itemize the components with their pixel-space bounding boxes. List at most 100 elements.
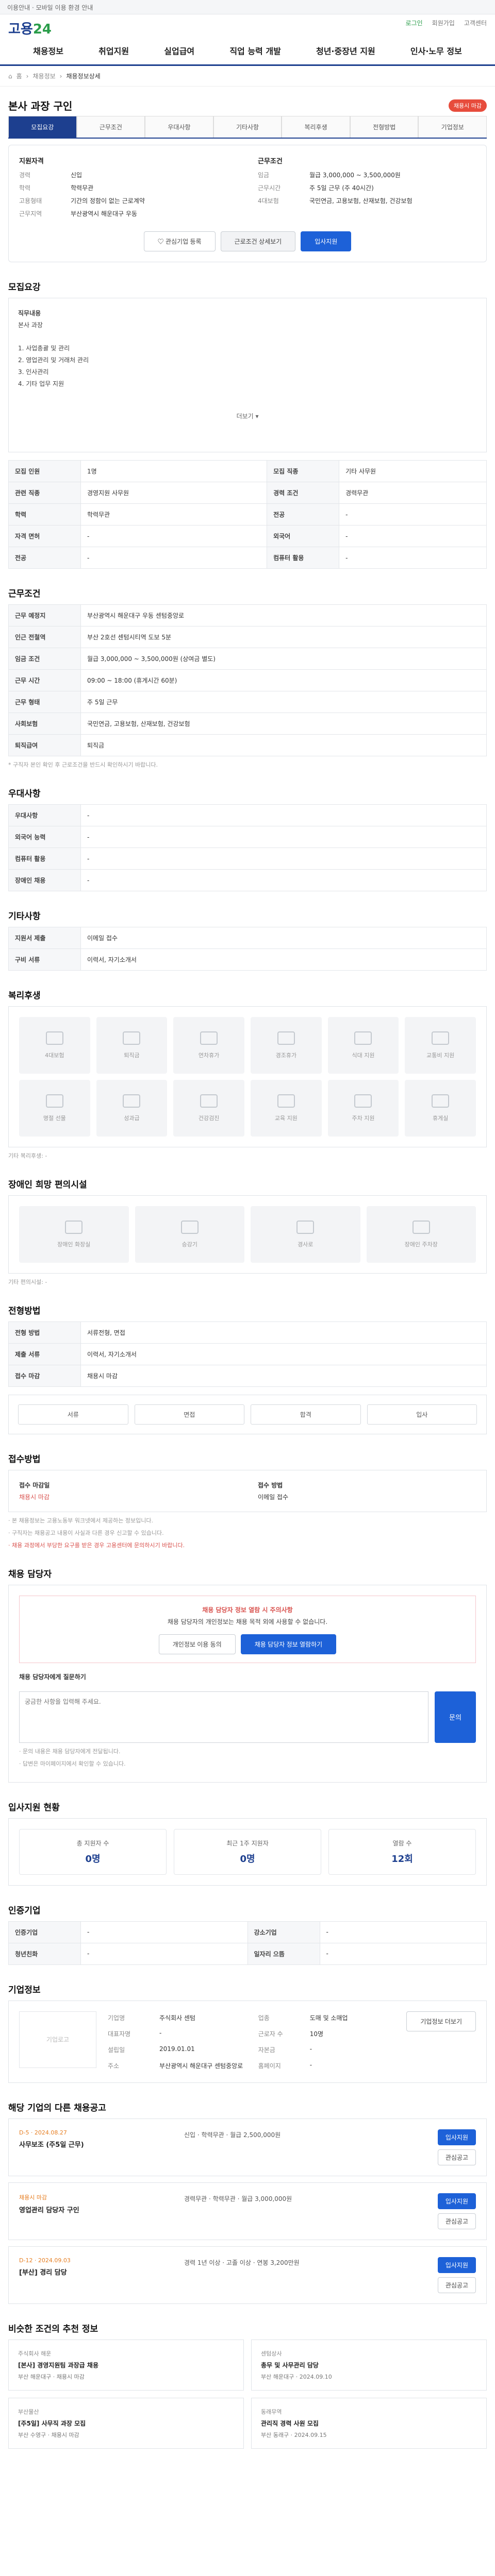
table-row: 모집 인원 1명 모집 직종 기타 사무원 <box>8 460 487 482</box>
more-button[interactable]: 더보기 ▾ <box>18 411 477 422</box>
tab-welfare[interactable]: 복리후생 <box>282 116 350 138</box>
cell: 기타 사무원 <box>339 460 487 482</box>
apply-button[interactable]: 입사지원 <box>437 2193 476 2209</box>
field-value: 10명 <box>309 2030 323 2038</box>
apply-button[interactable]: 입사지원 <box>437 2257 476 2273</box>
stat-label: 총 지원자 수 <box>76 1839 109 1847</box>
gnb-item[interactable]: 취업지원 <box>98 44 129 57</box>
cell: 이력서, 자기소개서 <box>80 1343 487 1365</box>
view-manager-button[interactable]: 채용 담당자 정보 열람하기 <box>240 1634 337 1654</box>
crumb-current: 채용정보상세 <box>66 73 101 80</box>
field-label: 근로자 수 <box>258 2030 283 2038</box>
table-row: 인증기업 - 강소기업 - <box>8 1921 487 1943</box>
field-value: 주 5일 근무 (주 40시간) <box>309 184 374 192</box>
cell-head: 장애인 채용 <box>8 869 81 891</box>
cell-head: 사회보험 <box>8 713 81 735</box>
recommend-card[interactable]: 동래무역 관리직 경력 사원 모집 부산 동래구 · 2024.09.15 <box>251 2397 487 2449</box>
gnb-item[interactable]: 청년·중장년 지원 <box>316 44 375 57</box>
favorite-button[interactable]: 관심공고 <box>437 2149 476 2165</box>
manager-alert: 채용 담당자 정보 열람 시 주의사항 채용 담당자의 개인정보는 채용 목적 … <box>19 1596 476 1663</box>
company-more-button[interactable]: 기업정보 더보기 <box>406 2011 476 2031</box>
cell: 1명 <box>80 460 268 482</box>
desc-item: 2. 영업관리 및 거래처 관리 <box>18 357 89 364</box>
field-label: 임금 <box>258 172 270 179</box>
table-row: 외국어 능력 - <box>8 826 487 848</box>
field-label: 기업명 <box>108 2014 125 2022</box>
etc-table: 지원서 제출 이메일 접수 구비 서류 이력서, 자기소개서 <box>8 927 487 971</box>
home-icon[interactable]: ⌂ <box>8 73 12 80</box>
facility-item: 승강기 <box>135 1206 244 1263</box>
tab-pref[interactable]: 우대사항 <box>145 116 213 138</box>
apply-button[interactable]: 입사지원 <box>437 2129 476 2145</box>
tab-work[interactable]: 근무조건 <box>76 116 145 138</box>
field-value: 2019.01.01 <box>159 2045 195 2053</box>
welfare-item: 4대보험 <box>19 1017 90 1074</box>
field-label: 학력 <box>19 184 31 192</box>
favorite-button[interactable]: 관심공고 <box>437 2277 476 2293</box>
tab-company[interactable]: 기업정보 <box>418 116 487 138</box>
job-title-link[interactable]: [부산] 경리 담당 <box>19 2267 174 2277</box>
rec-title[interactable]: 관리직 경력 사원 모집 <box>261 2419 477 2428</box>
section-title-cert: 인증기업 <box>8 1905 41 1916</box>
gnb-item[interactable]: 인사·노무 정보 <box>410 44 462 57</box>
facility-label: 장애인 주차장 <box>404 1241 438 1248</box>
welfare-label: 연차휴가 <box>198 1052 220 1059</box>
crumb[interactable]: 홈 <box>16 72 22 80</box>
recommend-card[interactable]: 부산물산 [주5일] 사무직 과장 모집 부산 수영구 · 채용시 마감 <box>8 2397 244 2449</box>
signup-link[interactable]: 회원가입 <box>432 19 455 27</box>
gnb-item[interactable]: 실업급여 <box>164 44 194 57</box>
gnb-item[interactable]: 채용정보 <box>33 44 63 57</box>
section-title-stats: 입사지원 현황 <box>8 1802 60 1813</box>
table-row: 근무 예정지 부산광역시 해운대구 우동 센텀중앙로 <box>8 604 487 626</box>
field-label: 근무지역 <box>19 210 42 217</box>
apply-label: 접수 방법 <box>258 1482 283 1489</box>
welfare-label: 주차 지원 <box>352 1115 375 1122</box>
favorite-button[interactable]: 관심공고 <box>437 2213 476 2229</box>
step-chip: 서류 <box>18 1404 128 1425</box>
tab-etc[interactable]: 기타사항 <box>213 116 282 138</box>
manager-note: · 문의 내용은 채용 담당자에게 전달됩니다. <box>19 1748 121 1755</box>
tab-selection[interactable]: 전형방법 <box>350 116 419 138</box>
rec-title[interactable]: 총무 및 사무관리 담당 <box>261 2361 477 2369</box>
job-title-link[interactable]: 영업관리 담당자 구인 <box>19 2205 174 2214</box>
section-title-pref: 우대사항 <box>8 789 41 799</box>
apply-note: · 채용 과정에서 부당한 요구를 받은 경우 고용센터에 문의하시기 바랍니다… <box>8 1542 185 1549</box>
rec-title[interactable]: [주5일] 사무직 과장 모집 <box>18 2419 234 2428</box>
job-title-link[interactable]: 사무보조 (주5일 근무) <box>19 2139 174 2149</box>
apply-button[interactable]: 입사지원 <box>301 231 352 251</box>
cell-head: 임금 조건 <box>8 648 81 670</box>
question-input[interactable] <box>19 1691 428 1743</box>
field-label: 업종 <box>258 2014 270 2022</box>
consent-button[interactable]: 개인정보 이용 동의 <box>158 1634 236 1654</box>
cell-head: 학력 <box>8 503 81 526</box>
welfare-item: 경조휴가 <box>251 1017 322 1074</box>
field-label: 대표자명 <box>108 2030 131 2038</box>
list-item[interactable]: 채용시 마감 영업관리 담당자 구인 경력무관 · 학력무관 · 월급 3,000… <box>8 2182 487 2240</box>
welfare-label: 성과급 <box>124 1115 140 1122</box>
table-row: 제출 서류 이력서, 자기소개서 <box>8 1343 487 1365</box>
welfare-item: 교통비 지원 <box>405 1017 476 1074</box>
question-submit-button[interactable]: 문의 <box>435 1691 476 1743</box>
rec-company: 센텀상사 <box>261 2350 282 2357</box>
conditions-button[interactable]: 근로조건 상세보기 <box>220 231 296 251</box>
cell-head: 구비 서류 <box>8 948 81 971</box>
section-title-welfare: 복리후생 <box>8 991 41 1001</box>
recommend-card[interactable]: 센텀상사 총무 및 사무관리 담당 부산 해운대구 · 2024.09.10 <box>251 2339 487 2391</box>
recommend-card[interactable]: 주식회사 해운 [본사] 경영지원팀 과장급 채용 부산 해운대구 · 채용시 마감 <box>8 2339 244 2391</box>
rec-title[interactable]: [본사] 경영지원팀 과장급 채용 <box>18 2361 234 2369</box>
list-item[interactable]: D-12 · 2024.09.03 [부산] 경리 담당 경력 1년 이상 · 고… <box>8 2246 487 2304</box>
table-row: 청년친화 - 일자리 으뜸 - <box>8 1942 487 1965</box>
list-item[interactable]: D-5 · 2024.08.27 사무보조 (주5일 근무) 신입 · 학력무관 … <box>8 2118 487 2176</box>
login-link[interactable]: 로그인 <box>406 19 423 27</box>
welfare-icon <box>432 1094 450 1108</box>
site-logo[interactable]: 고용24 <box>8 19 52 38</box>
heart-icon: ♡ <box>157 238 166 245</box>
favorite-company-button[interactable]: ♡ 관심기업 등록 <box>143 231 216 251</box>
cell-head: 경력 조건 <box>267 482 340 504</box>
facility-icon <box>180 1221 199 1234</box>
help-link[interactable]: 고객센터 <box>464 19 487 27</box>
crumb[interactable]: 채용정보 <box>32 72 55 80</box>
gnb-item[interactable]: 직업 능력 개발 <box>229 44 280 57</box>
tab-recruit[interactable]: 모집요강 <box>8 116 77 138</box>
cell: - <box>80 525 268 547</box>
